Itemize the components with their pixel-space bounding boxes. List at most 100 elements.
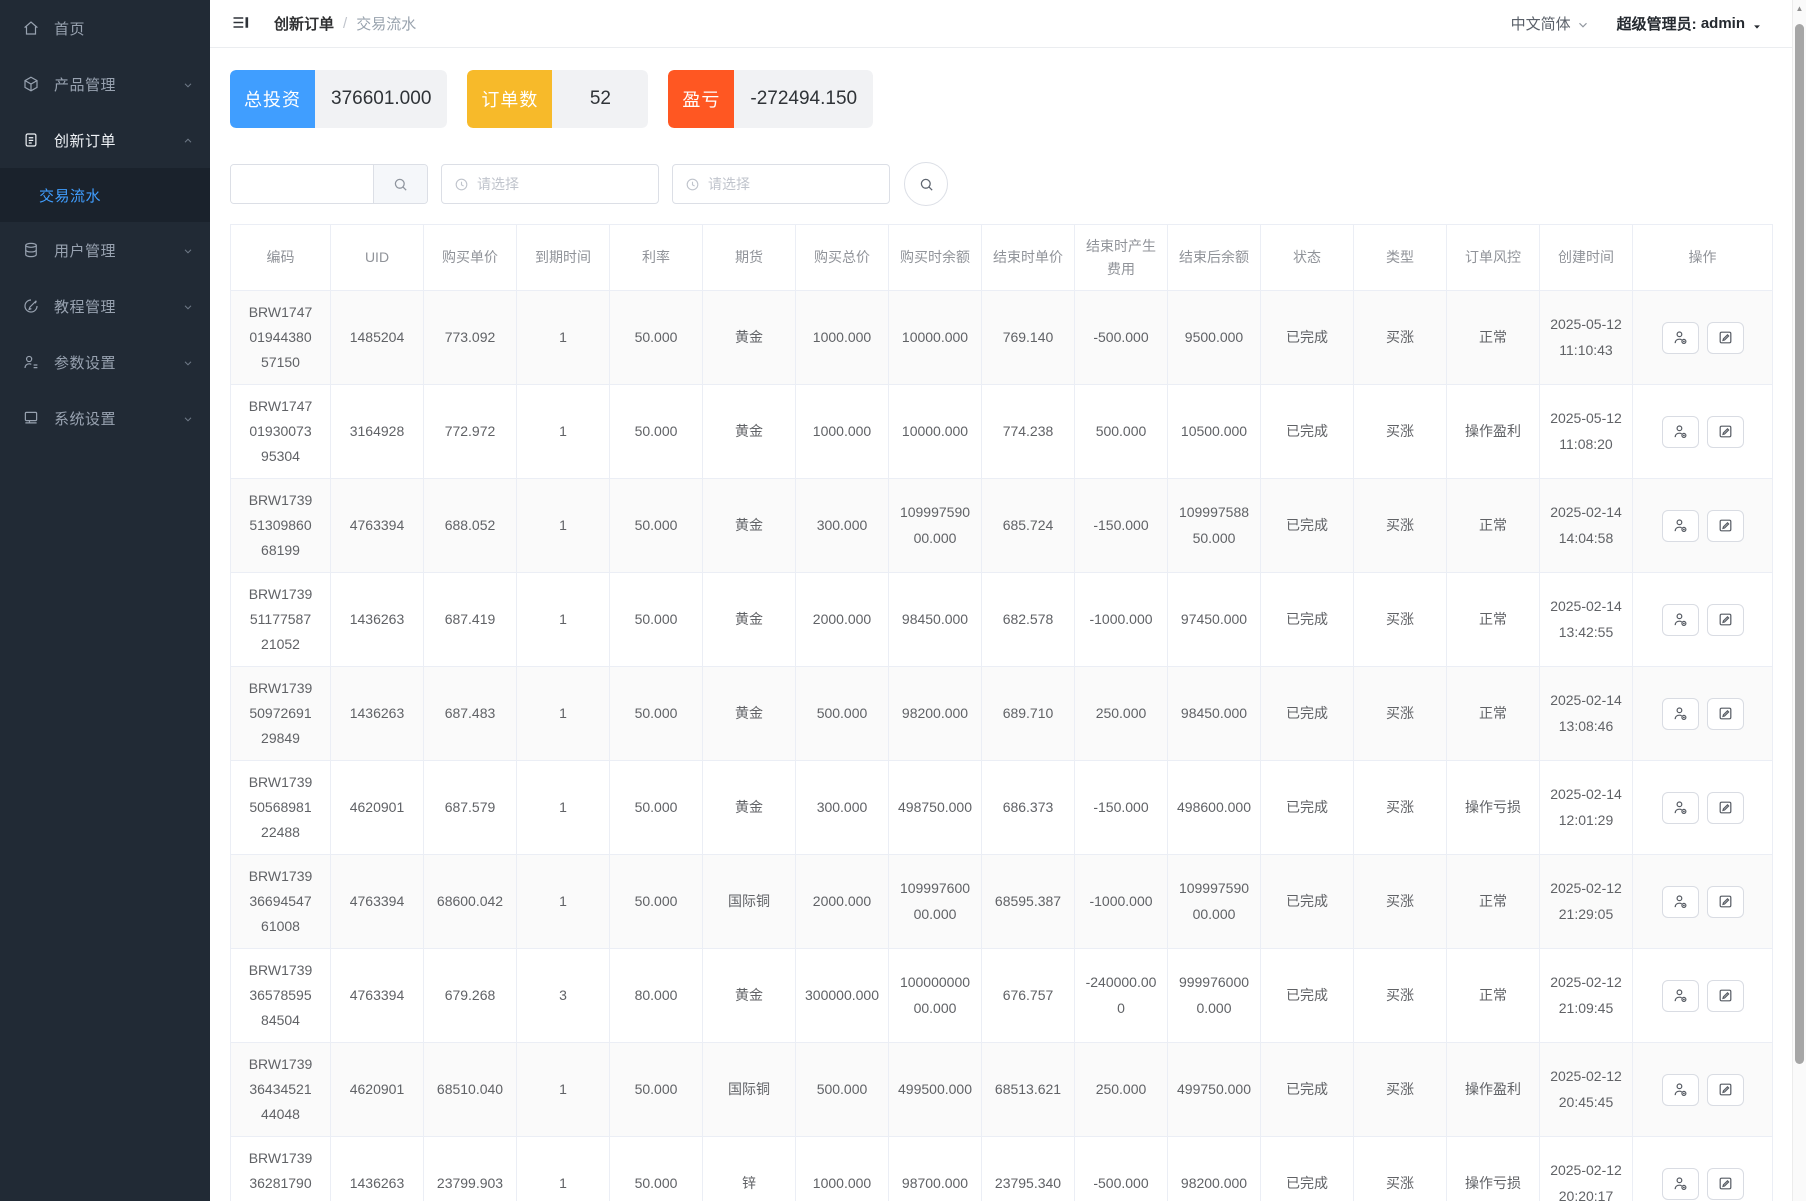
admin-menu[interactable]: 超级管理员: admin [1617,13,1762,34]
table-row[interactable]: BRW173951309860681994763394688.052150.00… [231,479,1773,573]
date-from-picker[interactable]: 请选择 [441,164,659,204]
chevron-down-icon [182,300,194,312]
cell-balance_after: 98450.000 [1168,667,1261,761]
cell-expire_time: 3 [517,949,610,1043]
user-action-icon [1672,517,1689,534]
cell-type: 买涨 [1354,1043,1447,1137]
sidebar-item-home[interactable]: 首页 [0,0,210,56]
language-selector[interactable]: 中文简体 [1511,13,1589,34]
sidebar-toggle-icon[interactable] [230,14,254,34]
edit-order-button[interactable] [1707,416,1744,448]
sidebar-item-label: 教程管理 [54,296,182,317]
system-icon [22,409,40,427]
sidebar-item-users[interactable]: 用户管理 [0,222,210,278]
cell-actions [1633,761,1773,855]
search-append-button[interactable] [373,165,427,203]
cell-status: 已完成 [1261,855,1354,949]
edit-order-button[interactable] [1707,698,1744,730]
user-action-icon [1672,423,1689,440]
cell-risk: 操作亏损 [1447,1137,1540,1201]
edit-order-button[interactable] [1707,322,1744,354]
edit-order-button[interactable] [1707,792,1744,824]
table-row[interactable]: BRW173936578595845044763394679.268380.00… [231,949,1773,1043]
edit-order-button[interactable] [1707,886,1744,918]
view-user-button[interactable] [1662,980,1699,1012]
table-header-row: 编码UID购买单价到期时间利率期货购买总价购买时余额结束时单价结束时产生费用结束… [231,225,1773,291]
breadcrumb-parent[interactable]: 创新订单 [274,13,334,34]
cell-code: BRW17393643452144048 [231,1043,331,1137]
edit-order-button[interactable] [1707,1168,1744,1200]
cell-rate: 50.000 [610,1043,703,1137]
sidebar-item-system[interactable]: 系统设置 [0,390,210,446]
cell-futures: 黄金 [703,949,796,1043]
edit-order-button[interactable] [1707,1074,1744,1106]
cell-uid: 4763394 [331,949,424,1043]
view-user-button[interactable] [1662,416,1699,448]
sidebar-subitem-trade-flow[interactable]: 交易流水 [0,170,210,220]
sidebar-item-label: 系统设置 [54,408,182,429]
table-row[interactable]: BRW173950972691298491436263687.483150.00… [231,667,1773,761]
table-row[interactable]: BRW173951177587210521436263687.419150.00… [231,573,1773,667]
cell-balance_after: 98200.000 [1168,1137,1261,1201]
cell-uid: 4620901 [331,1043,424,1137]
search-submit-button[interactable] [904,162,948,206]
cell-code: BRW17393669454761008 [231,855,331,949]
view-user-button[interactable] [1662,698,1699,730]
table-row[interactable]: BRW17393643452144048462090168510.040150.… [231,1043,1773,1137]
cell-futures: 黄金 [703,667,796,761]
cell-rate: 50.000 [610,291,703,385]
scrollbar: ▲ [1792,0,1806,1201]
edit-order-button[interactable] [1707,980,1744,1012]
column-header: 期货 [703,225,796,291]
sidebar-item-params[interactable]: 参数设置 [0,334,210,390]
table-row[interactable]: BRW173950568981224884620901687.579150.00… [231,761,1773,855]
view-user-button[interactable] [1662,604,1699,636]
sidebar-item-orders[interactable]: 创新订单 [0,112,210,168]
date-to-picker[interactable]: 请选择 [672,164,890,204]
cell-balance_at_buy: 499500.000 [889,1043,982,1137]
column-header: 利率 [610,225,703,291]
cell-buy_price: 688.052 [424,479,517,573]
view-user-button[interactable] [1662,1168,1699,1200]
cell-expire_time: 1 [517,573,610,667]
view-user-button[interactable] [1662,792,1699,824]
sidebar-item-label: 参数设置 [54,352,182,373]
sidebar-item-tutorial[interactable]: 教程管理 [0,278,210,334]
edit-order-button[interactable] [1707,510,1744,542]
cell-created: 2025-02-12 21:29:05 [1540,855,1633,949]
cell-buy_total: 2000.000 [796,855,889,949]
stat-card-1: 订单数52 [467,70,648,128]
cell-created: 2025-02-12 20:45:45 [1540,1043,1633,1137]
scrollbar-thumb[interactable] [1795,24,1804,1064]
cell-risk: 正常 [1447,573,1540,667]
cell-end_price: 686.373 [982,761,1075,855]
cell-balance_after: 9500.000 [1168,291,1261,385]
cell-created: 2025-02-12 20:20:17 [1540,1137,1633,1201]
view-user-button[interactable] [1662,886,1699,918]
scroll-up-arrow-icon[interactable]: ▲ [1793,4,1806,13]
edit-order-button[interactable] [1707,604,1744,636]
users-icon [22,241,40,259]
column-header: 类型 [1354,225,1447,291]
cell-expire_time: 1 [517,667,610,761]
table-row[interactable]: BRW17393669454761008476339468600.042150.… [231,855,1773,949]
sidebar-item-product[interactable]: 产品管理 [0,56,210,112]
column-header: 创建时间 [1540,225,1633,291]
cell-end_price: 68513.621 [982,1043,1075,1137]
table-row[interactable]: BRW174701944380571501485204773.092150.00… [231,291,1773,385]
view-user-button[interactable] [1662,510,1699,542]
cell-rate: 50.000 [610,667,703,761]
cell-type: 买涨 [1354,1137,1447,1201]
view-user-button[interactable] [1662,322,1699,354]
table-row[interactable]: BRW174701930073953043164928772.972150.00… [231,385,1773,479]
table-row[interactable]: BRW17393628179073427143626323799.903150.… [231,1137,1773,1201]
cell-buy_total: 1000.000 [796,385,889,479]
stat-card-0: 总投资376601.000 [230,70,447,128]
cell-end_price: 682.578 [982,573,1075,667]
cell-rate: 50.000 [610,573,703,667]
view-user-button[interactable] [1662,1074,1699,1106]
search-input[interactable] [231,165,373,203]
cell-end_fee: -500.000 [1075,1137,1168,1201]
stat-card-label: 订单数 [467,70,552,128]
chevron-up-icon [182,134,194,146]
